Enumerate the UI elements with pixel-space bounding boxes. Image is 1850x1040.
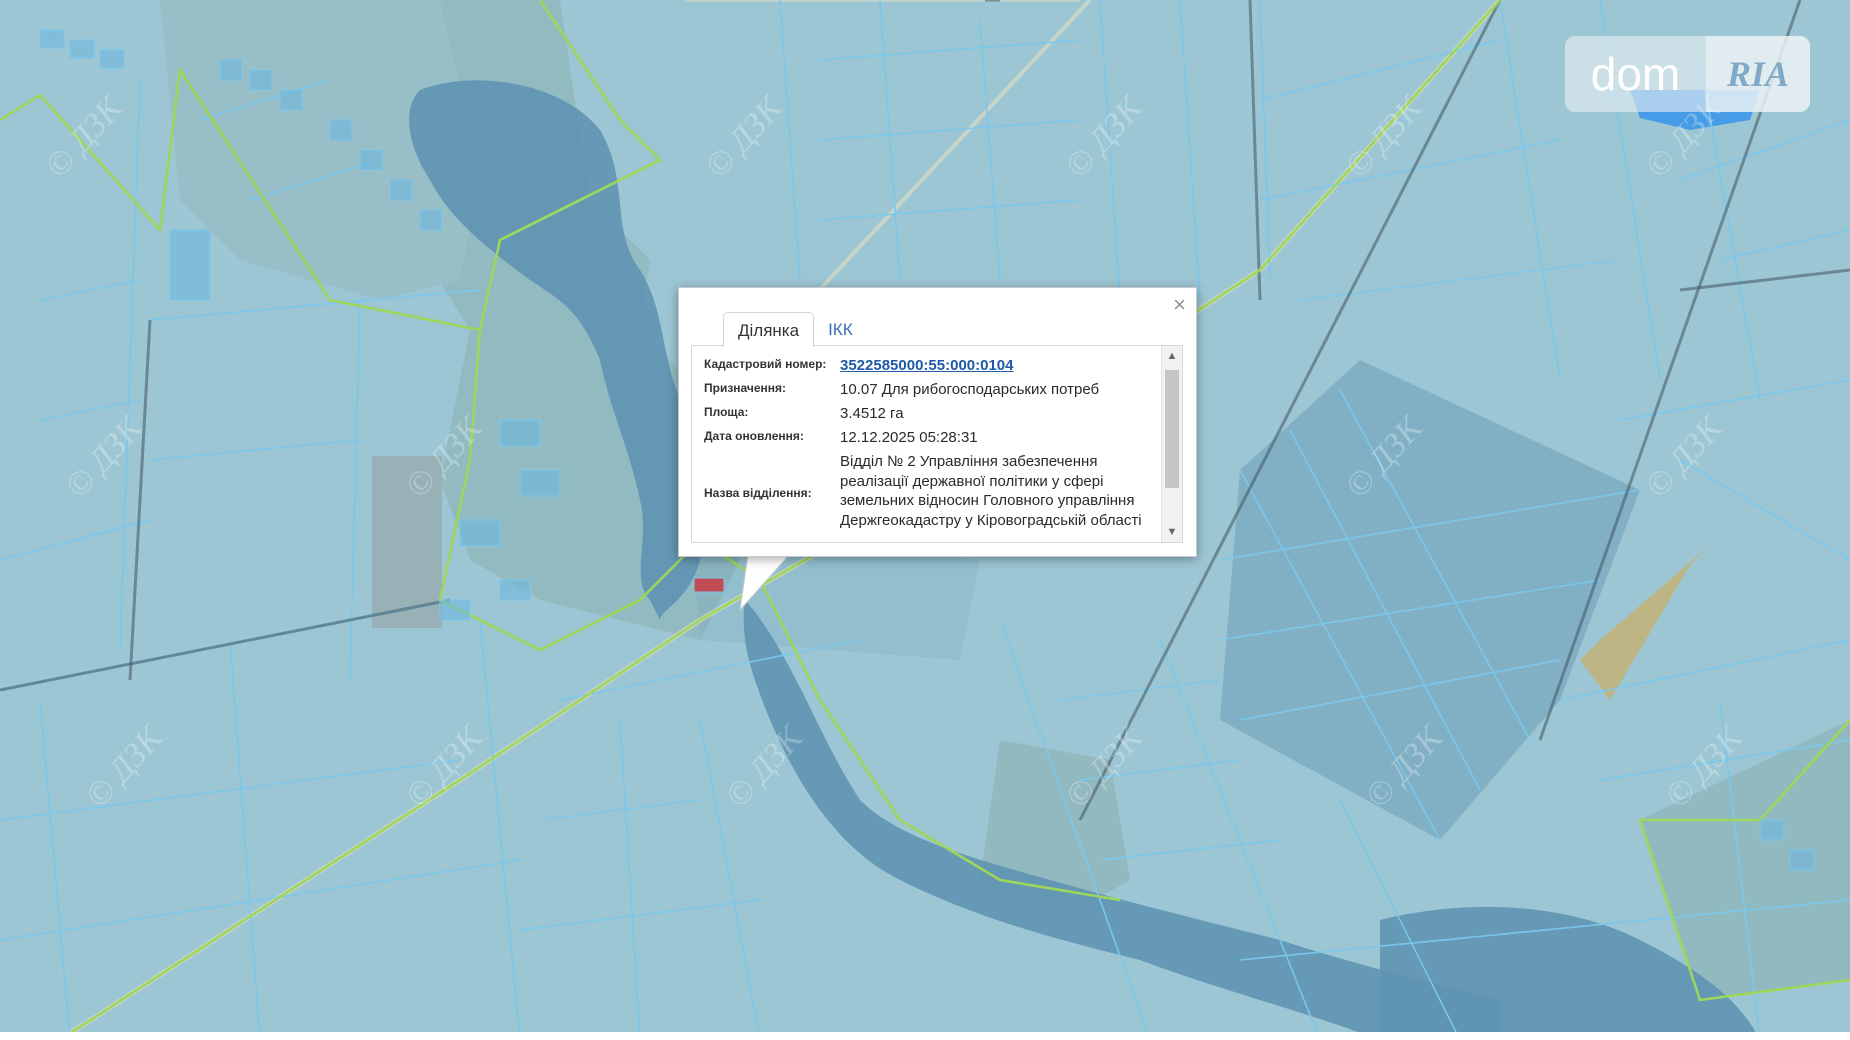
row-area: Площа: 3.4512 га (692, 404, 1150, 423)
popup-pointer (739, 554, 792, 612)
domria-logo: dom RIA (1565, 36, 1810, 112)
tab-parcel[interactable]: Ділянка (723, 312, 815, 347)
updated-label: Дата оновлення: (704, 429, 804, 443)
department-label: Назва відділення: (704, 486, 812, 500)
row-purpose: Призначення: 10.07 Для рибогосподарських… (692, 380, 1150, 399)
row-cadastral-number: Кадастровий номер: 3522585000:55:000:010… (692, 356, 1150, 375)
tab-ikk[interactable]: ІКК (814, 312, 867, 345)
area-value: 3.4512 га (840, 405, 904, 422)
logo-dom-text: dom (1565, 36, 1706, 112)
popup-tabs: Ділянка ІКК (723, 312, 867, 347)
bottom-edge (0, 1032, 1850, 1040)
close-popup-button[interactable]: × (1173, 294, 1186, 316)
row-updated: Дата оновлення: 12.12.2025 05:28:31 (692, 428, 1150, 447)
panel-scrollbar[interactable]: ▲ ▼ (1161, 346, 1182, 542)
parcel-details-panel[interactable]: Кадастровий номер: 3522585000:55:000:010… (691, 345, 1183, 543)
purpose-label: Призначення: (704, 381, 787, 395)
scrollbar-thumb[interactable] (1165, 370, 1179, 488)
cadastral-number-link[interactable]: 3522585000:55:000:0104 (840, 357, 1014, 374)
department-value: Відділ № 2 Управління забезпечення реалі… (840, 453, 1142, 529)
scroll-up-arrow-icon[interactable]: ▲ (1162, 346, 1182, 366)
updated-value: 12.12.2025 05:28:31 (840, 429, 978, 446)
close-icon: × (1173, 292, 1186, 317)
row-department: Назва відділення: Відділ № 2 Управління … (692, 452, 1150, 530)
scroll-down-arrow-icon[interactable]: ▼ (1162, 522, 1182, 542)
logo-ria-text: RIA (1706, 36, 1810, 112)
cadastral-number-label: Кадастровий номер: (704, 357, 827, 371)
parcel-info-popup: × Ділянка ІКК Кадастровий номер: 3522585… (678, 287, 1197, 557)
selected-parcel[interactable] (693, 577, 725, 593)
purpose-value: 10.07 Для рибогосподарських потреб (840, 381, 1100, 398)
area-label: Площа: (704, 405, 749, 419)
